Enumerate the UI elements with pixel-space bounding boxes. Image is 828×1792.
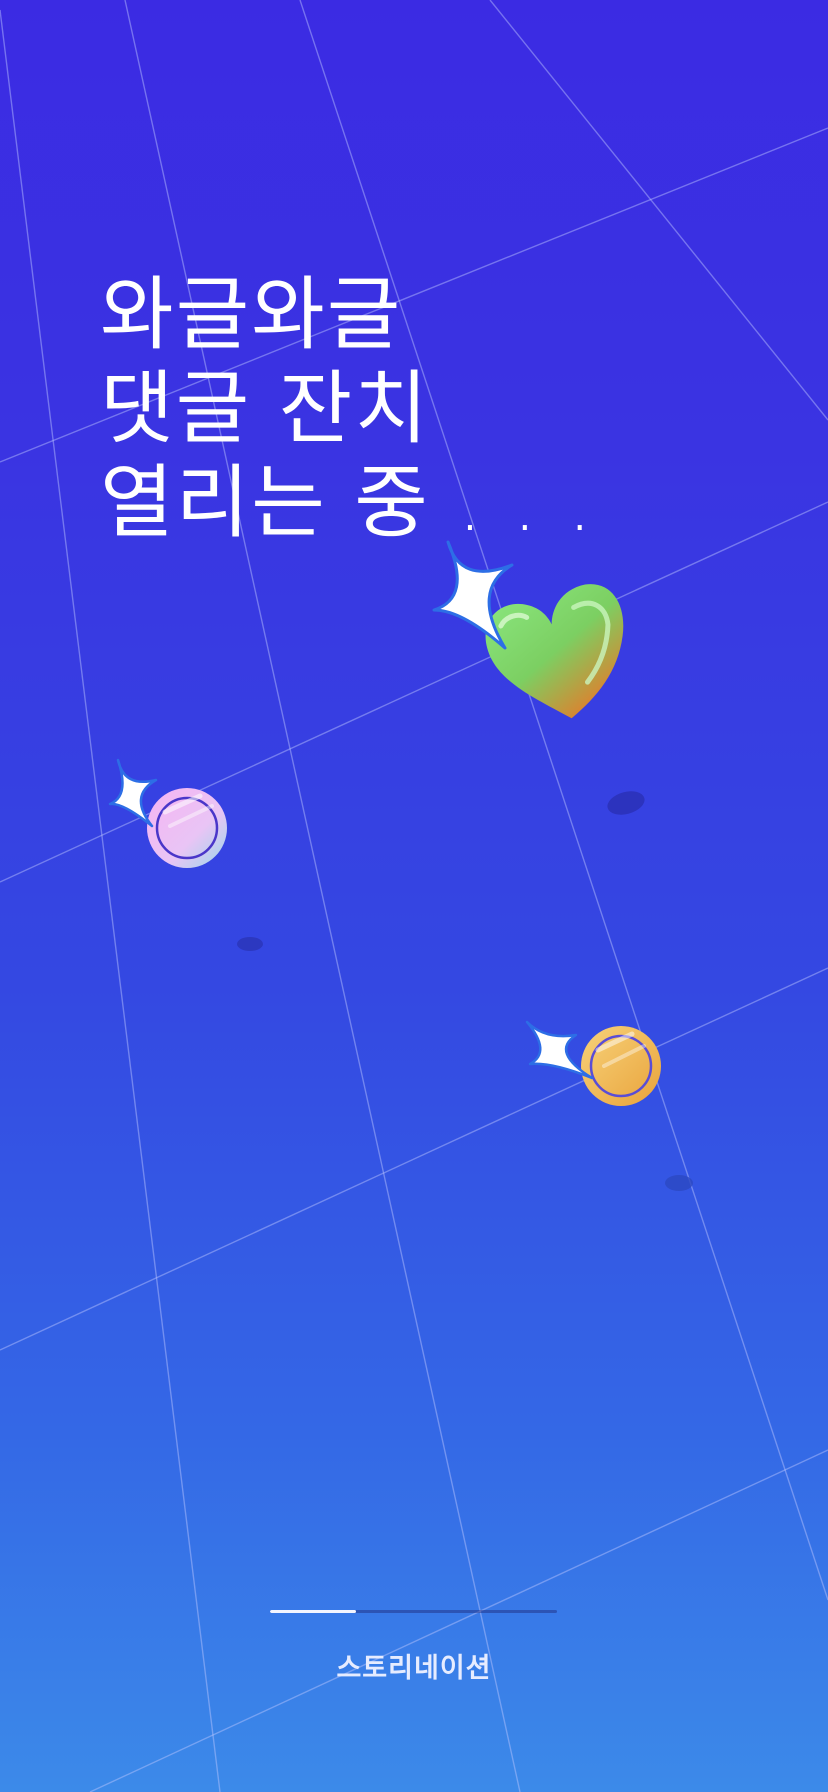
shadow [665, 1175, 693, 1191]
loading-progress-bar [270, 1610, 557, 1613]
loading-progress-fill [270, 1610, 357, 1613]
shadow [607, 791, 645, 815]
decorative-illustration [108, 540, 693, 1191]
coin-icon-gold [581, 1026, 661, 1106]
shadow [237, 937, 263, 951]
coin-icon-pink [147, 788, 227, 868]
brand-name: 스토리네이션 [336, 1653, 492, 1684]
heart-icon [485, 584, 624, 719]
